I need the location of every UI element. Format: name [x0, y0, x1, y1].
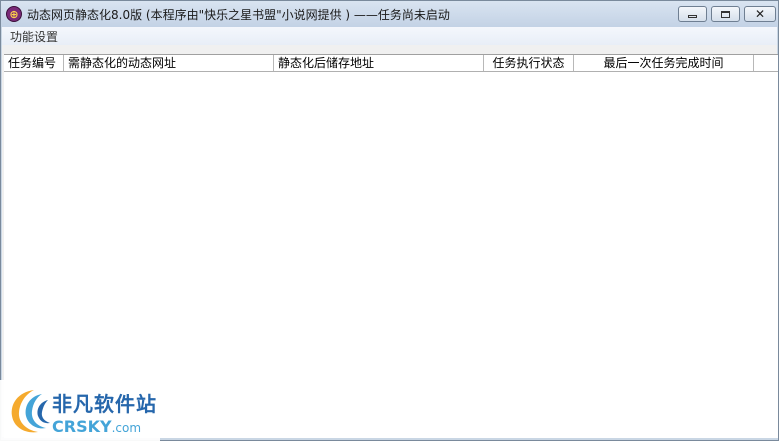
- main-content: 任务编号 需静态化的动态网址 静态化后储存地址 任务执行状态 最后一次任务完成时…: [2, 45, 778, 438]
- watermark-domain-suffix: .com: [111, 421, 142, 435]
- column-header-task-status[interactable]: 任务执行状态: [484, 55, 574, 71]
- window-title: 动态网页静态化8.0版 (本程序由"快乐之星书盟"小说网提供 ) ——任务尚未启…: [27, 8, 450, 22]
- watermark-name-en: CRSKY.com: [52, 417, 141, 436]
- menu-item-settings[interactable]: 功能设置: [10, 28, 58, 45]
- globe-icon[interactable]: ⊕: [6, 6, 22, 22]
- column-header-last-completion-time[interactable]: 最后一次任务完成时间: [574, 55, 754, 71]
- close-button[interactable]: ✕: [744, 6, 776, 22]
- menu-bar: 功能设置: [2, 27, 777, 45]
- watermark: 非凡软件站 CRSKY.com: [0, 380, 160, 441]
- column-header-filler: [754, 55, 778, 71]
- close-icon: ✕: [754, 7, 766, 21]
- watermark-brand: CRSKY: [52, 417, 112, 436]
- crsky-logo-icon: [11, 390, 50, 433]
- minimize-button[interactable]: [678, 6, 707, 22]
- column-header-static-path[interactable]: 静态化后储存地址: [274, 55, 484, 71]
- maximize-button[interactable]: [711, 6, 740, 22]
- app-window: ⊕ 动态网页静态化8.0版 (本程序由"快乐之星书盟"小说网提供 ) ——任务尚…: [0, 0, 779, 441]
- maximize-icon: [721, 10, 730, 18]
- list-header: 任务编号 需静态化的动态网址 静态化后储存地址 任务执行状态 最后一次任务完成时…: [4, 55, 778, 72]
- watermark-name-cn: 非凡软件站: [52, 392, 157, 416]
- column-header-task-id[interactable]: 任务编号: [4, 55, 64, 71]
- column-header-dynamic-url[interactable]: 需静态化的动态网址: [64, 55, 274, 71]
- title-bar[interactable]: ⊕ 动态网页静态化8.0版 (本程序由"快乐之星书盟"小说网提供 ) ——任务尚…: [1, 1, 778, 27]
- minimize-icon: [688, 15, 697, 18]
